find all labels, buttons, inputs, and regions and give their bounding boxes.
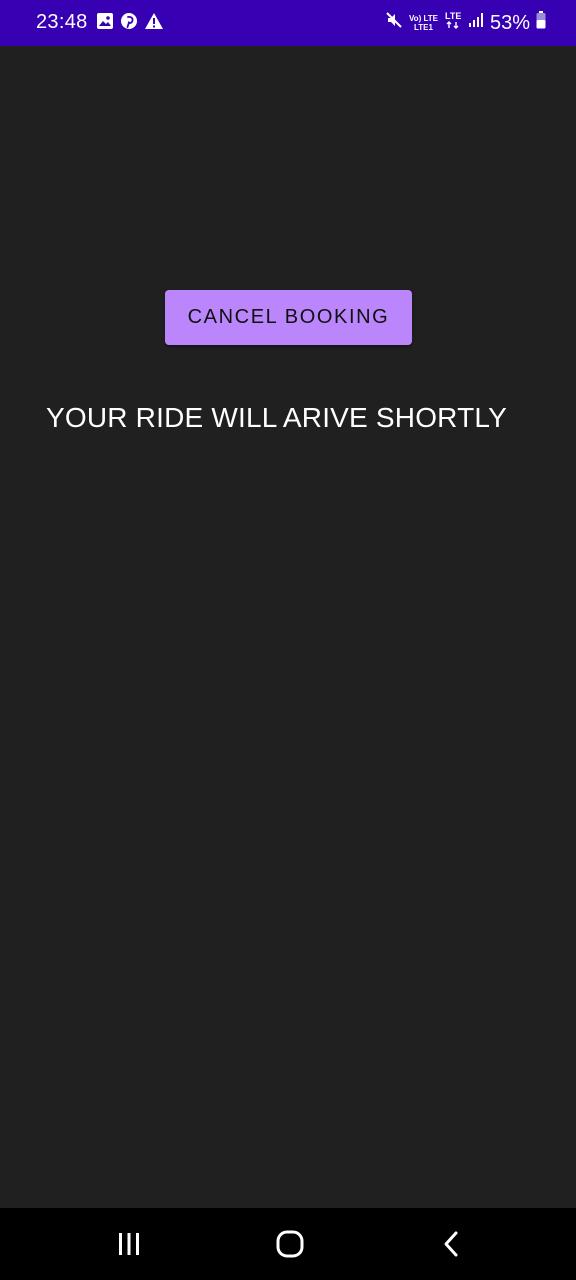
volte-indicator: Vo) LTE LTE1 (409, 14, 438, 32)
network-top-label: Vo) LTE (408, 13, 438, 23)
network-bottom-label: LTE1 (413, 22, 433, 32)
notification-icons (96, 12, 164, 35)
recent-apps-icon[interactable] (109, 1226, 149, 1262)
svg-text:LTE: LTE (445, 11, 461, 21)
cancel-booking-button[interactable]: CANCEL BOOKING (165, 290, 412, 345)
lte-data-icon: LTE (444, 10, 462, 35)
screen: 23:48 Vo) LTE LTE1 LTE 53% CANCEL BOOKIN… (0, 0, 576, 1280)
signal-icon (468, 12, 484, 33)
status-bar: 23:48 Vo) LTE LTE1 LTE 53% (0, 0, 576, 46)
gallery-icon (96, 12, 114, 35)
warning-icon (144, 12, 164, 35)
status-right-group: Vo) LTE LTE1 LTE 53% (385, 10, 546, 35)
mute-icon (385, 11, 403, 34)
battery-percent: 53% (489, 11, 530, 34)
home-icon[interactable] (270, 1226, 310, 1262)
status-time: 23:48 (36, 11, 88, 33)
pinterest-icon (120, 12, 138, 35)
ride-status-message: YOUR RIDE WILL ARIVE SHORTLY (46, 402, 507, 433)
navigation-bar (0, 1208, 576, 1280)
back-icon[interactable] (431, 1226, 471, 1262)
battery-icon (536, 11, 546, 34)
